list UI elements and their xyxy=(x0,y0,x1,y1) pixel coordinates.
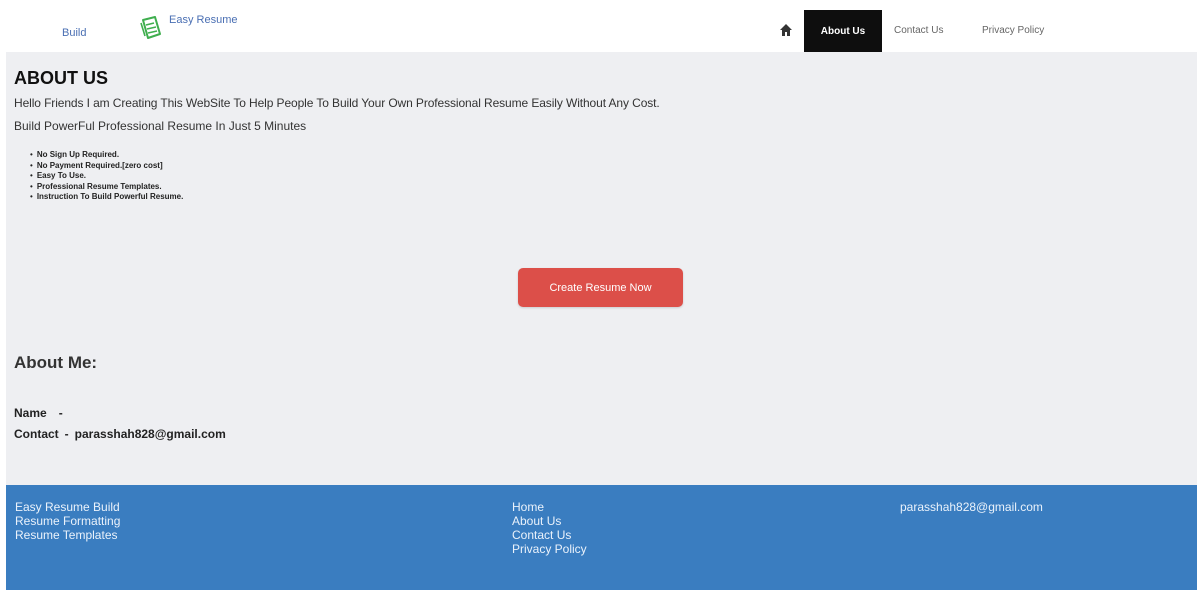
list-item: Easy To Use. xyxy=(30,171,183,182)
footer-col-nav: Home About Us Contact Us Privacy Policy xyxy=(512,500,587,556)
name-label: Name xyxy=(14,406,47,420)
list-item: Instruction To Build Powerful Resume. xyxy=(30,192,184,203)
intro-text: Hello Friends I am Creating This WebSite… xyxy=(14,96,660,110)
brand-name-link[interactable]: Easy Resume xyxy=(169,14,237,26)
contact-email: parasshah828@gmail.com xyxy=(74,427,226,441)
list-item: No Payment Required.[zero cost] xyxy=(30,161,183,172)
navbar: Build Easy Resume About Us Contact Us Pr… xyxy=(6,10,1197,52)
about-me-heading: About Me: xyxy=(14,353,98,372)
contact-separator: - xyxy=(64,427,69,441)
footer-link-resume-formatting[interactable]: Resume Formatting xyxy=(15,514,120,528)
home-icon[interactable] xyxy=(778,22,794,38)
footer-link-easy-resume-build[interactable]: Easy Resume Build xyxy=(15,500,120,514)
footer-col-contact: parasshah828@gmail.com xyxy=(900,500,1043,514)
footer-link-privacy-policy[interactable]: Privacy Policy xyxy=(512,542,587,556)
footer-col-brand: Easy Resume Build Resume Formatting Resu… xyxy=(15,500,120,542)
footer-link-resume-templates[interactable]: Resume Templates xyxy=(15,528,120,542)
footer: Easy Resume Build Resume Formatting Resu… xyxy=(6,485,1197,590)
footer-link-home[interactable]: Home xyxy=(512,500,587,514)
list-item: Professional Resume Templates. xyxy=(30,182,183,193)
footer-link-contact-us[interactable]: Contact Us xyxy=(512,528,587,542)
nav-about-us[interactable]: About Us xyxy=(804,10,882,52)
resume-logo-icon[interactable] xyxy=(137,14,165,42)
tagline-text: Build PowerFul Professional Resume In Ju… xyxy=(14,119,307,133)
name-row: Name - xyxy=(14,406,75,420)
page-title: ABOUT US xyxy=(14,68,108,88)
nav-contact-us[interactable]: Contact Us xyxy=(894,25,943,36)
nav-privacy-policy[interactable]: Privacy Policy xyxy=(982,25,1044,36)
footer-link-about-us[interactable]: About Us xyxy=(512,514,587,528)
features-list: No Sign Up Required. No Payment Required… xyxy=(30,150,184,203)
contact-label: Contact xyxy=(14,427,59,441)
footer-email[interactable]: parasshah828@gmail.com xyxy=(900,500,1043,514)
list-item: No Sign Up Required. xyxy=(30,150,183,161)
create-resume-button[interactable]: Create Resume Now xyxy=(518,268,683,307)
page: Build Easy Resume About Us Contact Us Pr… xyxy=(6,10,1197,590)
brand-build-link[interactable]: Build xyxy=(62,27,86,39)
contact-row: Contact - parasshah828@gmail.com xyxy=(14,427,226,441)
name-separator: - xyxy=(58,406,63,420)
